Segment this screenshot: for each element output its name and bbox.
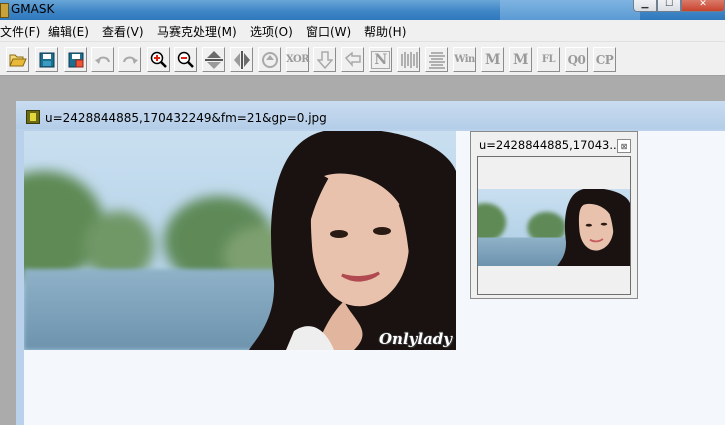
flip-vertical-button[interactable]: [202, 47, 225, 72]
fl-button[interactable]: FL: [537, 47, 560, 72]
toolbar: XOR N Win M M FL Q0 CP: [0, 41, 725, 76]
close-icon: ✕: [699, 0, 707, 9]
m-button[interactable]: M: [481, 47, 504, 72]
window-controls: ▁ ☐ ✕: [633, 0, 725, 12]
q0-button[interactable]: Q0: [565, 47, 588, 72]
image-file-icon: [26, 110, 40, 124]
save-button[interactable]: [35, 47, 58, 72]
portrait-image: [24, 131, 456, 350]
thumbnail-title: u=2428844885,17043...: [479, 138, 621, 152]
document-canvas[interactable]: Onlylady u=2428844885,17043... ⊠: [24, 131, 725, 425]
document-window: u=2428844885,170432249&fm=21&gp=0.jpg On…: [16, 101, 725, 425]
m-icon: M: [485, 51, 501, 68]
menu-file[interactable]: 文件(F): [0, 23, 40, 40]
horizontal-lines-button[interactable]: [425, 47, 448, 72]
app-icon: [0, 3, 9, 18]
save-as-icon: [68, 52, 83, 67]
zoom-in-button[interactable]: [147, 47, 170, 72]
thumbnail-image[interactable]: [478, 189, 630, 266]
menu-view[interactable]: 查看(V): [102, 23, 144, 40]
zoom-out-button[interactable]: [174, 47, 197, 72]
redo-button[interactable]: [118, 47, 141, 72]
close-icon: ⊠: [620, 141, 628, 151]
win-icon: Win: [454, 54, 475, 65]
thumbnail-close-button[interactable]: ⊠: [617, 139, 631, 153]
zoom-out-icon: [177, 51, 194, 68]
menu-mosaic[interactable]: 马赛克处理(M): [157, 23, 237, 40]
document-title-bar[interactable]: u=2428844885,170432249&fm=21&gp=0.jpg: [16, 101, 725, 129]
fl-icon: FL: [541, 54, 556, 65]
title-bar: GMASK ▁ ☐ ✕: [0, 0, 725, 20]
save-icon: [39, 52, 54, 67]
arrow-down-button[interactable]: [313, 47, 336, 72]
thumbnail-portrait-image: [478, 189, 630, 266]
undo-icon: [94, 56, 110, 64]
app-title: GMASK: [11, 2, 55, 16]
flip-horizontal-button[interactable]: [230, 47, 253, 72]
vertical-lines-icon: [400, 51, 418, 68]
minimize-button[interactable]: ▁: [633, 0, 657, 12]
open-folder-icon: [8, 54, 27, 66]
open-button[interactable]: [6, 47, 29, 72]
maximize-icon: ☐: [664, 0, 674, 9]
redo-icon: [122, 56, 138, 64]
m-dot-button[interactable]: M: [509, 47, 532, 72]
flip-horizontal-icon: [233, 50, 250, 69]
cp-icon: CP: [595, 52, 614, 67]
win-button[interactable]: Win: [453, 47, 476, 72]
q0-icon: Q0: [567, 52, 586, 67]
xor-icon: XOR: [285, 54, 310, 65]
rotate-button[interactable]: [258, 47, 281, 72]
minimize-icon: ▁: [641, 0, 649, 9]
menu-bar: 文件(F) 编辑(E) 查看(V) 马赛克处理(M) 选项(O) 窗口(W) 帮…: [0, 20, 725, 41]
flip-vertical-icon: [204, 50, 223, 69]
menu-options[interactable]: 选项(O): [250, 23, 293, 40]
xor-button[interactable]: XOR: [285, 47, 310, 72]
save-as-button[interactable]: [64, 47, 87, 72]
thumbnail-panel: u=2428844885,17043... ⊠: [470, 131, 638, 299]
undo-button[interactable]: [91, 47, 114, 72]
maximize-button[interactable]: ☐: [657, 0, 681, 12]
n-button[interactable]: N: [369, 47, 392, 72]
main-photo[interactable]: Onlylady: [24, 131, 456, 350]
n-icon: N: [371, 50, 390, 69]
vertical-lines-button[interactable]: [397, 47, 420, 72]
close-button[interactable]: ✕: [681, 0, 725, 12]
arrow-back-icon: [344, 51, 361, 67]
m-dot-icon: M: [513, 51, 529, 68]
menu-edit[interactable]: 编辑(E): [48, 23, 89, 40]
menu-help[interactable]: 帮助(H): [364, 23, 406, 40]
menu-window[interactable]: 窗口(W): [306, 23, 351, 40]
rotate-icon: [261, 51, 278, 68]
arrow-down-icon: [316, 50, 333, 69]
thumbnail-frame: [477, 156, 631, 295]
document-title: u=2428844885,170432249&fm=21&gp=0.jpg: [45, 111, 327, 125]
horizontal-lines-icon: [428, 51, 445, 69]
watermark-text: Onlylady: [378, 330, 452, 348]
cp-button[interactable]: CP: [593, 47, 616, 72]
arrow-back-button[interactable]: [341, 47, 364, 72]
zoom-in-icon: [150, 51, 167, 68]
title-bar-glass: [500, 0, 640, 20]
